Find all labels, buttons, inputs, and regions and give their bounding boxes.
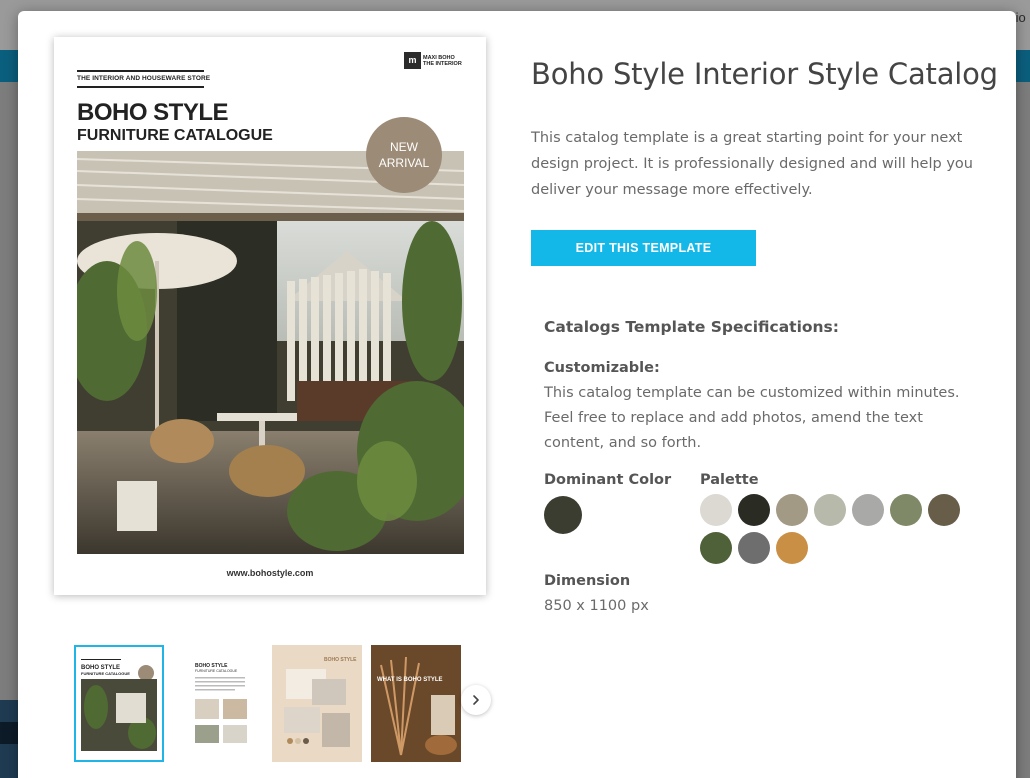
thumbnail-page-2[interactable]: BOHO STYLE FURNITURE CATALOGUE [179,645,255,762]
palette-swatch [700,532,732,564]
cover-rule-top [77,70,204,72]
cover-url: www.bohostyle.com [226,568,314,578]
dimension-value: 850 x 1100 px [544,598,649,614]
cover-logo: m MAXI BOHO THE INTERIOR [404,52,465,69]
badge-line-2: ARRIVAL [378,156,430,170]
palette-swatch [776,532,808,564]
thumb3-title: BOHO STYLE [324,657,357,663]
thumbnail-3-image: BOHO STYLE [272,645,362,762]
thumbnail-2-image: BOHO STYLE FURNITURE CATALOGUE [179,645,255,762]
palette-swatch [928,494,960,526]
thumbnail-page-1[interactable]: BOHO STYLE FURNITURE CATALOGUE [74,645,164,762]
cover-logo-text: MAXI BOHO THE INTERIOR [423,54,462,67]
thumbnail-1-image: BOHO STYLE FURNITURE CATALOGUE [76,647,162,760]
specs-heading: Catalogs Template Specifications: [544,318,839,336]
palette-swatch [890,494,922,526]
palette-swatch [700,494,732,526]
cover-photo [77,151,464,554]
thumb2-subtitle: FURNITURE CATALOGUE [195,669,238,673]
cover-title: BOHO STYLE [77,99,229,126]
thumb1-subtitle: FURNITURE CATALOGUE [81,671,130,676]
thumbnail-4-image: WHAT IS BOHO STYLE [371,645,461,762]
palette-swatch [776,494,808,526]
catalog-cover-preview: THE INTERIOR AND HOUSEWARE STORE BOHO ST… [54,37,486,595]
new-arrival-badge: NEW ARRIVAL [366,117,442,193]
dominant-color-label: Dominant Color [544,472,672,488]
patio-photo-image [77,151,464,554]
thumbnail-page-4[interactable]: WHAT IS BOHO STYLE [371,645,461,762]
badge-line-1: NEW [390,140,418,154]
cover-store-name: THE INTERIOR AND HOUSEWARE STORE [77,75,211,82]
background-left-chip [0,722,18,744]
customizable-label: Customizable: [544,360,660,376]
edit-template-button[interactable]: EDIT THIS TEMPLATE [531,230,756,266]
template-title: Boho Style Interior Style Catalog [531,57,998,91]
template-preview-modal: THE INTERIOR AND HOUSEWARE STORE BOHO ST… [18,11,1016,778]
dimension-label: Dimension [544,573,631,589]
palette-swatch [814,494,846,526]
template-description: This catalog template is a great startin… [531,130,973,198]
next-thumbnails-button[interactable] [461,685,491,715]
cover-rule-bottom [77,86,204,88]
customizable-text: This catalog template can be customized … [544,385,960,451]
chevron-right-icon [473,695,479,705]
thumbnail-page-3[interactable]: BOHO STYLE [272,645,362,762]
palette-swatch [852,494,884,526]
dominant-color-swatch [544,496,582,534]
cover-subtitle: FURNITURE CATALOGUE [77,127,273,144]
palette-swatch [738,532,770,564]
thumb4-title: WHAT IS BOHO STYLE [377,677,443,683]
logo-mark-icon: m [404,52,421,69]
palette-label: Palette [700,472,759,488]
palette-swatch [738,494,770,526]
